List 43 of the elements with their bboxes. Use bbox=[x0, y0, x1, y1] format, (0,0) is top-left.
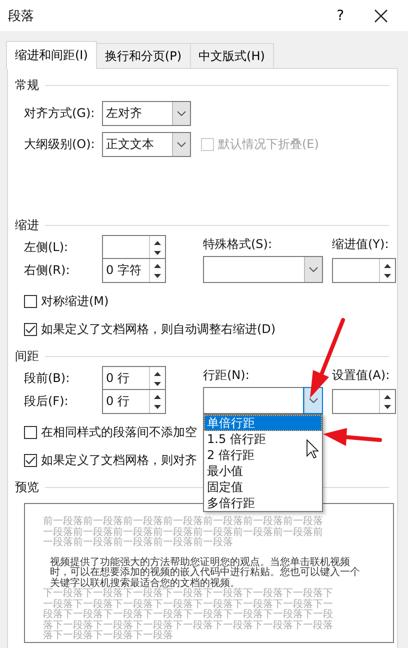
field-label: 段后(F): bbox=[24, 393, 70, 410]
preview-text: 一段落下一段落下一段落下一段落下一段落下一段落下一段落下一 bbox=[43, 600, 334, 610]
alignment-dropdown[interactable]: 左对齐 bbox=[102, 101, 191, 126]
tab[interactable]: 中文版式(H) bbox=[190, 43, 274, 68]
preview-text: 一段落前一段落前一段落前一段落前一段落前一段落前一段落前 bbox=[43, 528, 324, 538]
section-title: 预览 bbox=[15, 478, 39, 496]
preview-text: 前一段落前一段落前一段落前一段落前一段落前一段落前一段落 bbox=[43, 517, 324, 527]
dropdown-option[interactable]: 2 倍行距 bbox=[204, 447, 322, 463]
field-label: 对齐方式(G): bbox=[24, 105, 96, 122]
section-title: 常规 bbox=[15, 76, 39, 94]
field-label: 缩进值(Y): bbox=[332, 236, 390, 252]
preview-text: 落下一段落下一段落下一段落下一段落下一段落下一段落下一段落 bbox=[43, 620, 334, 630]
preview-text: 下一段落下一段落下一段落下一段落下一段落下一段落下一段落下 bbox=[43, 589, 334, 599]
preview-text: 一段落前一段落前一段落前一段落前一段落 bbox=[43, 538, 234, 548]
field-label: 左侧(L): bbox=[24, 239, 70, 256]
right-indent-spinner[interactable]: 0 字符 bbox=[102, 258, 166, 283]
field-label: 设置值(A): bbox=[332, 366, 391, 384]
tab[interactable]: 缩进和间距(I) bbox=[6, 41, 97, 69]
field-label: 行距(N): bbox=[203, 366, 250, 384]
section-title: 间距 bbox=[15, 348, 39, 364]
preview-text: 段落下一段落下一段落下一段落下一段落下一段落下一段落下一段 bbox=[43, 610, 334, 620]
field-label: 右侧(R): bbox=[24, 262, 71, 279]
checkbox-label: 对称缩进(M) bbox=[41, 293, 109, 310]
dropdown-option[interactable]: 最小值 bbox=[204, 463, 322, 479]
field-label: 特殊格式(S): bbox=[203, 236, 274, 252]
preview-text: 视频提供了功能强大的方法帮助您证明您的观点。当您单击联机视频时，可以在想要添加的视频的嵌入代码中进行粘贴。您也可以键入一个关键字以联机搜索最适合您的文档的视频。 bbox=[49, 556, 361, 588]
checkbox-label: 在相同样式的段落间不添加空 bbox=[41, 424, 197, 441]
preview-text: 落下一段落下一段落下一段落 bbox=[43, 631, 174, 642]
checkbox-label: 默认情况下折叠(E) bbox=[218, 136, 319, 153]
checkbox-label: 如果定义了文档网格，则自动调整右缩进(D) bbox=[41, 321, 276, 338]
field-label: 段前(B): bbox=[24, 370, 71, 387]
space-before-spinner[interactable]: 0 行 bbox=[102, 366, 166, 391]
space-after-spinner[interactable]: 0 行 bbox=[102, 389, 166, 414]
field-label: 大纲级别(O): bbox=[24, 136, 96, 153]
section-title: 缩进 bbox=[15, 216, 39, 234]
help-button[interactable]: ? bbox=[336, 8, 344, 24]
dropdown-option[interactable]: 多倍行距 bbox=[204, 495, 322, 511]
dropdown-option[interactable]: 固定值 bbox=[204, 479, 322, 495]
checkbox-label: 如果定义了文档网格，则对齐 bbox=[41, 452, 197, 469]
dropdown-option[interactable]: 单倍行距 bbox=[204, 415, 322, 431]
outline-level-dropdown[interactable]: 正文文本 bbox=[102, 132, 191, 157]
dropdown-option[interactable]: 1.5 倍行距 bbox=[204, 431, 322, 447]
window-title: 段落 bbox=[8, 8, 35, 24]
